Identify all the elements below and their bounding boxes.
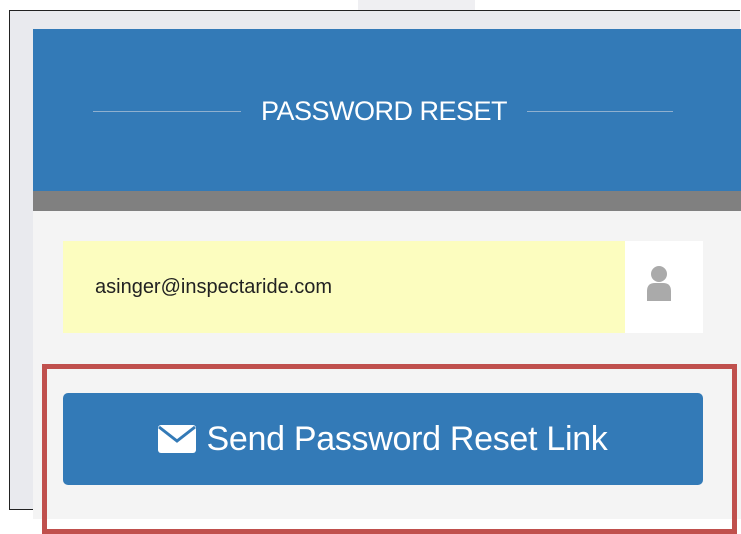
background-tab: [358, 0, 475, 10]
email-input[interactable]: asinger@inspectaride.com: [95, 241, 332, 333]
user-icon: [647, 266, 671, 301]
header-rule-left: [93, 111, 241, 112]
email-input-group[interactable]: asinger@inspectaride.com: [63, 241, 703, 333]
email-input-addon: [625, 241, 703, 333]
panel-title: PASSWORD RESET: [260, 96, 508, 126]
header-rule-right: [527, 111, 673, 112]
panel-header: PASSWORD RESET: [33, 29, 741, 191]
highlight-annotation: [42, 364, 737, 534]
header-divider: [33, 191, 741, 211]
